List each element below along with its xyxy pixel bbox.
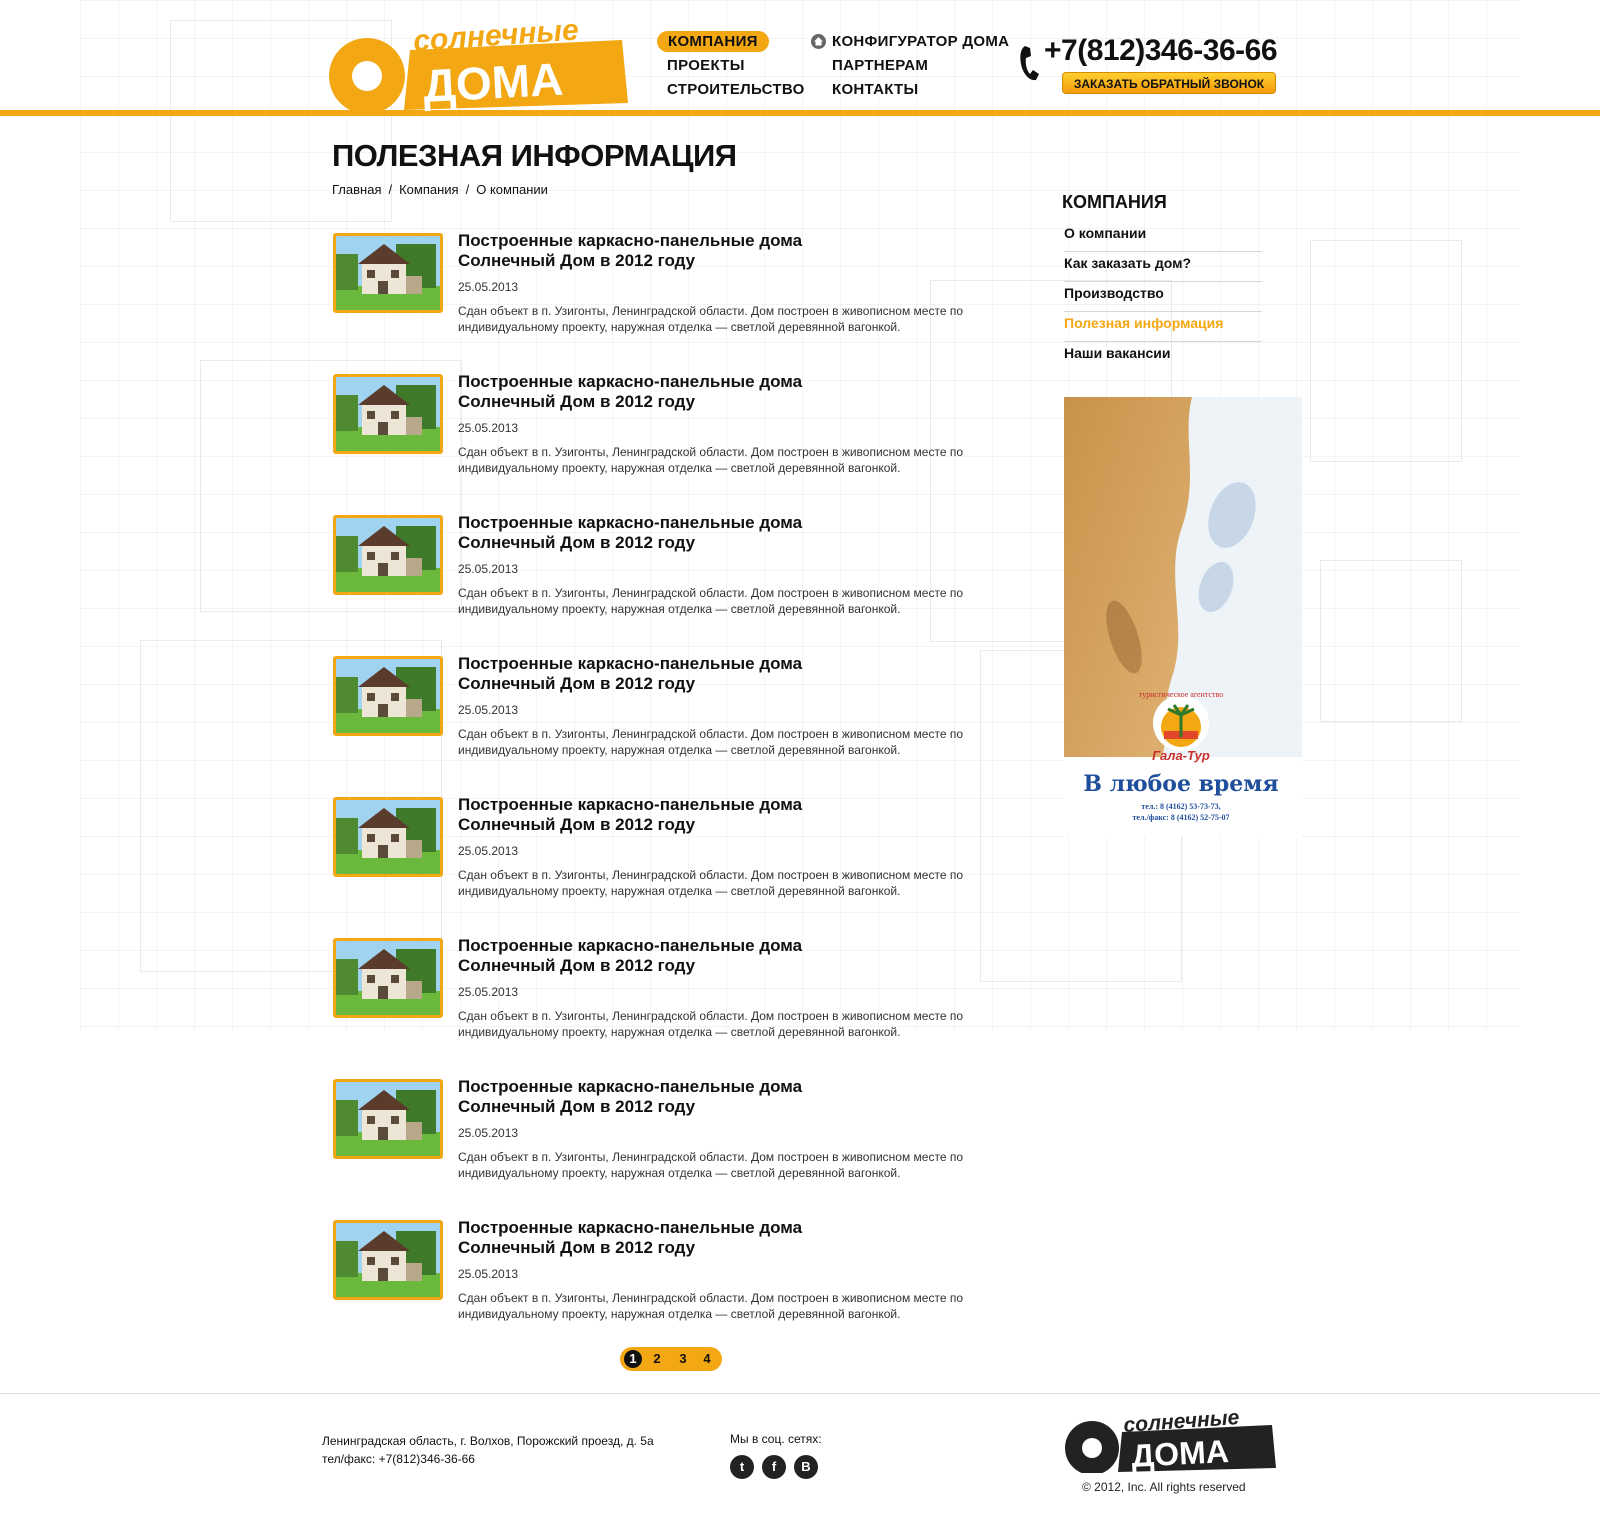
- page-1-button[interactable]: 1: [624, 1350, 642, 1368]
- article-date: 25.05.2013: [458, 421, 519, 435]
- article-date: 25.05.2013: [458, 280, 519, 294]
- header-phone[interactable]: +7(812)346-36-66: [1044, 34, 1278, 68]
- article-excerpt: Сдан объект в п. Узигонты, Ленинградской…: [458, 1291, 964, 1321]
- article-title[interactable]: Построенные каркасно-панельные дома Солне…: [458, 372, 958, 412]
- list-item: Построенные каркасно-панельные дома Солне…: [333, 1218, 983, 1330]
- article-excerpt: Сдан объект в п. Узигонты, Ленинградской…: [458, 445, 964, 475]
- svg-text:ДОМА: ДОМА: [422, 53, 565, 112]
- nav-item-configurator[interactable]: КОНФИГУРАТОР ДОМА: [832, 33, 1009, 50]
- list-item: Построенные каркасно-панельные дома Солне…: [333, 936, 983, 1048]
- article-thumbnail[interactable]: [333, 656, 443, 736]
- article-thumbnail[interactable]: [333, 938, 443, 1018]
- article-title[interactable]: Построенные каркасно-панельные дома Солне…: [458, 1218, 958, 1258]
- article-date: 25.05.2013: [458, 1126, 519, 1140]
- svg-text:Гала-Тур: Гала-Тур: [1152, 748, 1210, 763]
- footer-logo[interactable]: солнечные ДОМА: [1062, 1408, 1280, 1473]
- page-3-button[interactable]: 3: [674, 1350, 692, 1368]
- article-title[interactable]: Построенные каркасно-панельные дома Солне…: [458, 654, 958, 694]
- svg-text:туристическое агентство: туристическое агентство: [1139, 690, 1223, 699]
- article-excerpt: Сдан объект в п. Узигонты, Ленинградской…: [458, 1150, 964, 1180]
- article-excerpt: Сдан объект в п. Узигонты, Ленинградской…: [458, 586, 964, 616]
- sidebar-item-production[interactable]: Производство: [1064, 282, 1262, 312]
- article-date: 25.05.2013: [458, 985, 519, 999]
- sidebar-item-about[interactable]: О компании: [1064, 222, 1262, 252]
- article-title[interactable]: Построенные каркасно-панельные дома Солне…: [458, 231, 958, 271]
- facebook-icon[interactable]: f: [762, 1455, 786, 1479]
- article-thumbnail[interactable]: [333, 797, 443, 877]
- list-item: Построенные каркасно-панельные дома Солне…: [333, 1077, 983, 1189]
- list-item: Построенные каркасно-панельные дома Солне…: [333, 231, 983, 343]
- svg-text:В любое время: В любое время: [1083, 771, 1278, 797]
- article-date: 25.05.2013: [458, 562, 519, 576]
- logo[interactable]: солнечные ДОМА: [322, 18, 632, 113]
- breadcrumb-home[interactable]: Главная: [332, 182, 381, 197]
- article-date: 25.05.2013: [458, 1267, 519, 1281]
- site-header: солнечные ДОМА КОМПАНИЯ ПРОЕКТЫ СТРОИТЕЛ…: [0, 0, 1600, 118]
- home-icon: [811, 34, 826, 49]
- list-item: Построенные каркасно-панельные дома Солне…: [333, 372, 983, 484]
- article-title[interactable]: Построенные каркасно-панельные дома Солне…: [458, 513, 958, 553]
- footer-phone: тел/факс: +7(812)346-36-66: [322, 1452, 475, 1466]
- nav-item-construction[interactable]: СТРОИТЕЛЬСТВО: [667, 81, 805, 98]
- sidebar-item-how-to-order[interactable]: Как заказать дом?: [1064, 252, 1262, 282]
- breadcrumb-separator: /: [388, 182, 393, 197]
- phone-icon: [1020, 46, 1039, 81]
- article-date: 25.05.2013: [458, 703, 519, 717]
- article-thumbnail[interactable]: [333, 233, 443, 313]
- article-excerpt: Сдан объект в п. Узигонты, Ленинградской…: [458, 868, 964, 898]
- ad-banner[interactable]: туристическое агентство Гала-Тур В любое…: [1064, 397, 1302, 837]
- page-2-button[interactable]: 2: [648, 1350, 666, 1368]
- nav-item-projects[interactable]: ПРОЕКТЫ: [667, 57, 745, 74]
- page-4-button[interactable]: 4: [698, 1350, 716, 1368]
- article-thumbnail[interactable]: [333, 1079, 443, 1159]
- copyright: © 2012, Inc. All rights reserved: [1082, 1480, 1246, 1494]
- article-title[interactable]: Построенные каркасно-панельные дома Солне…: [458, 1077, 958, 1117]
- breadcrumb-separator: /: [465, 182, 470, 197]
- blogger-icon[interactable]: B: [794, 1455, 818, 1479]
- twitter-icon[interactable]: t: [730, 1455, 754, 1479]
- article-excerpt: Сдан объект в п. Узигонты, Ленинградской…: [458, 727, 964, 757]
- nav-item-partners[interactable]: ПАРТНЕРАМ: [832, 57, 928, 74]
- nav-item-company[interactable]: КОМПАНИЯ: [657, 31, 769, 52]
- article-excerpt: Сдан объект в п. Узигонты, Ленинградской…: [458, 1009, 964, 1039]
- article-thumbnail[interactable]: [333, 1220, 443, 1300]
- sidebar-title: КОМПАНИЯ: [1062, 192, 1167, 212]
- article-title[interactable]: Построенные каркасно-панельные дома Солне…: [458, 936, 958, 976]
- article-excerpt: Сдан объект в п. Узигонты, Ленинградской…: [458, 304, 964, 334]
- breadcrumb-about[interactable]: О компании: [476, 182, 548, 197]
- sidebar-item-vacancies[interactable]: Наши вакансии: [1064, 342, 1262, 372]
- footer-divider: [0, 1393, 1600, 1394]
- list-item: Построенные каркасно-панельные дома Солне…: [333, 513, 983, 625]
- page-title: ПОЛЕЗНАЯ ИНФОРМАЦИЯ: [332, 138, 737, 173]
- article-thumbnail[interactable]: [333, 374, 443, 454]
- article-title[interactable]: Построенные каркасно-панельные дома Солне…: [458, 795, 958, 835]
- nav-item-contacts[interactable]: КОНТАКТЫ: [832, 81, 918, 98]
- footer-contacts: Ленинградская область, г. Волхов, Порожс…: [322, 1432, 654, 1468]
- social-label: Мы в соц. сетях:: [730, 1432, 822, 1446]
- list-item: Построенные каркасно-панельные дома Солне…: [333, 654, 983, 766]
- callback-button[interactable]: ЗАКАЗАТЬ ОБРАТНЫЙ ЗВОНОК: [1062, 72, 1276, 94]
- article-date: 25.05.2013: [458, 844, 519, 858]
- breadcrumb: Главная / Компания / О компании: [332, 182, 548, 197]
- article-thumbnail[interactable]: [333, 515, 443, 595]
- svg-text:тел.: 8 (4162) 53-73-73,: тел.: 8 (4162) 53-73-73,: [1141, 802, 1220, 811]
- svg-text:тел./факс: 8 (4162) 52-75-07: тел./факс: 8 (4162) 52-75-07: [1132, 813, 1229, 822]
- sidebar-item-useful-info[interactable]: Полезная информация: [1064, 312, 1262, 342]
- breadcrumb-company[interactable]: Компания: [399, 182, 459, 197]
- list-item: Построенные каркасно-панельные дома Солне…: [333, 795, 983, 907]
- footer-address: Ленинградская область, г. Волхов, Порожс…: [322, 1434, 654, 1448]
- pagination: 1 2 3 4: [620, 1347, 722, 1371]
- svg-text:ДОМА: ДОМА: [1130, 1433, 1229, 1473]
